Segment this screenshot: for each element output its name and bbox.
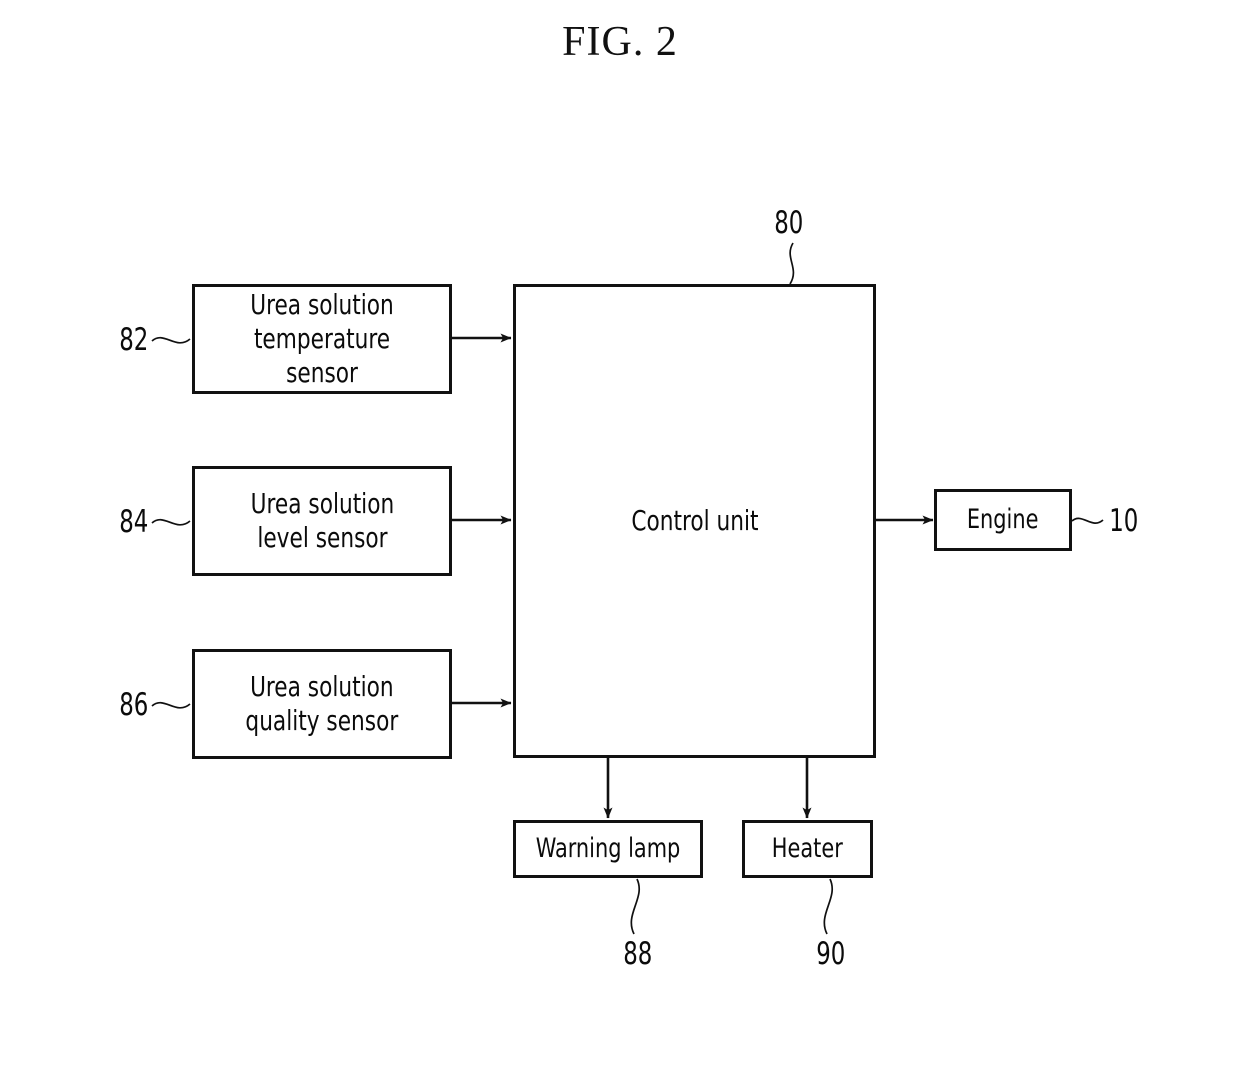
- leader-line-10: [1071, 517, 1104, 524]
- leader-line-84: [151, 518, 191, 526]
- block-urea-solution-level-sensor[interactable]: Urea solution level sensor: [192, 466, 452, 576]
- block-control-unit[interactable]: Control unit: [513, 284, 876, 758]
- reference-numeral-82: 82: [119, 322, 149, 358]
- block-heater[interactable]: Heater: [742, 820, 873, 878]
- leader-line-90: [823, 878, 833, 935]
- block-label-engine: Engine: [967, 503, 1039, 535]
- block-urea-solution-quality-sensor[interactable]: Urea solution quality sensor: [192, 649, 452, 759]
- reference-numeral-80: 80: [774, 205, 804, 241]
- block-urea-solution-temperature-sensor[interactable]: Urea solution temperature sensor: [192, 284, 452, 394]
- block-label-control-unit: Control unit: [630, 503, 759, 537]
- reference-numeral-88: 88: [623, 936, 653, 972]
- block-engine[interactable]: Engine: [934, 489, 1072, 551]
- block-warning-lamp[interactable]: Warning lamp: [513, 820, 703, 878]
- block-label-level-sensor: Urea solution level sensor: [250, 486, 394, 554]
- figure-canvas: FIG. 2 Urea solution temperature sensor …: [0, 0, 1240, 1067]
- block-label-heater: Heater: [771, 832, 844, 864]
- reference-numeral-90: 90: [816, 936, 846, 972]
- leader-line-88: [630, 878, 640, 935]
- reference-numeral-86: 86: [119, 687, 149, 723]
- reference-numeral-10: 10: [1109, 503, 1139, 539]
- leader-line-82: [151, 336, 191, 344]
- block-label-warning-lamp: Warning lamp: [535, 832, 681, 864]
- leader-line-80: [789, 242, 795, 285]
- block-label-quality-sensor: Urea solution quality sensor: [245, 669, 399, 737]
- leader-line-86: [151, 701, 191, 709]
- figure-title: FIG. 2: [562, 19, 678, 65]
- block-label-temperature-sensor: Urea solution temperature sensor: [250, 287, 394, 390]
- reference-numeral-84: 84: [119, 504, 149, 540]
